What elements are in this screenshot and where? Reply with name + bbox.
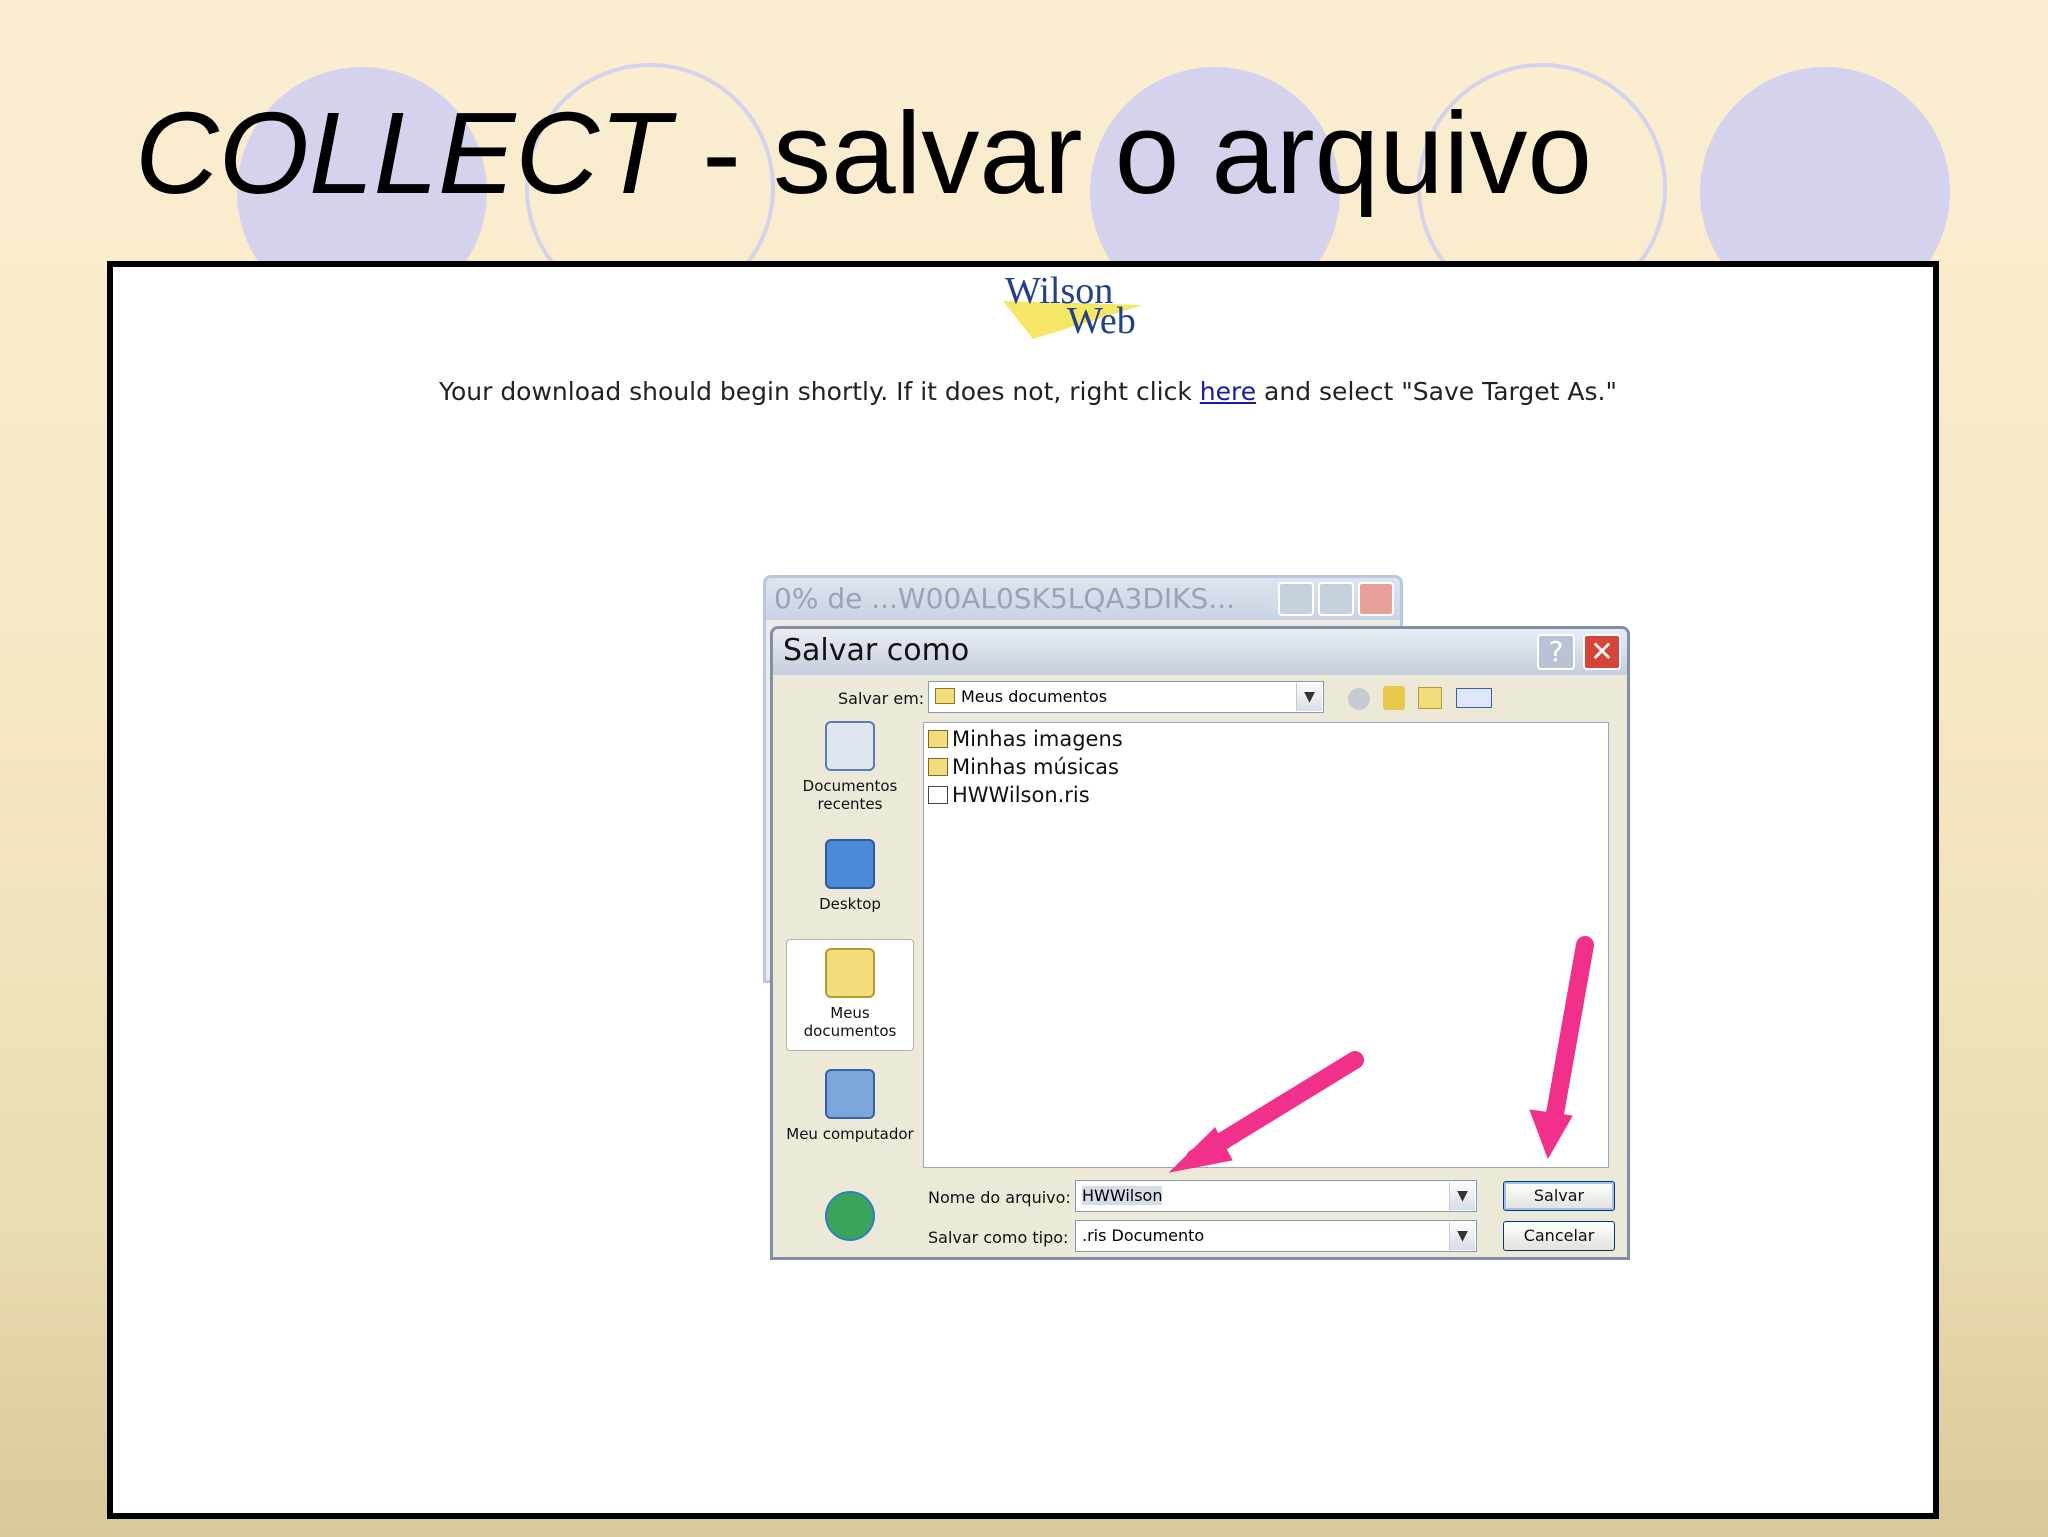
filename-label: Nome do arquivo: [928, 1188, 1071, 1207]
dialog-close-button[interactable]: ✕ [1583, 634, 1621, 670]
filename-value: HWWilson [1082, 1186, 1163, 1205]
cancel-button[interactable]: Cancelar [1503, 1221, 1615, 1251]
file-name: HWWilson.ris [952, 783, 1090, 807]
filetype-value: .ris Documento [1082, 1226, 1205, 1245]
save-button[interactable]: Salvar [1503, 1181, 1615, 1211]
desktop-icon [825, 839, 875, 889]
list-item[interactable]: Minhas músicas [928, 755, 1119, 779]
slide-title-emphasis: COLLECT [135, 88, 671, 218]
view-menu-icon[interactable] [1456, 688, 1492, 708]
file-list[interactable]: Minhas imagens Minhas músicas HWWilson.r… [923, 722, 1609, 1168]
save-in-label: Salvar em: [838, 689, 925, 708]
help-button[interactable]: ? [1537, 634, 1575, 670]
up-folder-icon[interactable] [1383, 686, 1405, 710]
filename-input[interactable]: HWWilson ▼ [1075, 1180, 1477, 1212]
network-places-icon [825, 1191, 875, 1241]
filetype-select[interactable]: .ris Documento ▼ [1075, 1220, 1477, 1252]
place-label-desktop: Desktop [819, 895, 881, 913]
folder-icon [928, 730, 948, 748]
filetype-label: Salvar como tipo: [928, 1228, 1069, 1247]
save-as-dialog: Salvar como ? ✕ Salvar em: Meus document… [770, 626, 1630, 1260]
close-button[interactable] [1358, 582, 1394, 616]
download-notice: Your download should begin shortly. If i… [439, 377, 1617, 406]
logo-line-2: Web [1067, 300, 1136, 342]
wilsonweb-logo: Wilson Web [993, 267, 1163, 347]
chevron-down-icon: ▼ [1296, 683, 1322, 711]
file-name: Minhas imagens [952, 727, 1123, 751]
folder-icon [928, 758, 948, 776]
screenshot-frame: Wilson Web Your download should begin sh… [107, 261, 1939, 1519]
slide-title-rest: - salvar o arquivo [670, 88, 1592, 218]
new-folder-icon[interactable] [1418, 687, 1442, 709]
notice-text-after: and select "Save Target As." [1256, 377, 1617, 406]
my-documents-icon [825, 948, 875, 998]
recent-documents-icon [825, 721, 875, 771]
places-bar: Documentos recentes Desktop Meus documen… [786, 721, 916, 1251]
place-my-computer[interactable]: Meu computador [786, 1069, 914, 1143]
chevron-down-icon[interactable]: ▼ [1449, 1222, 1475, 1250]
here-link[interactable]: here [1200, 377, 1256, 406]
place-label-recent: Documentos recentes [802, 777, 898, 813]
place-my-documents[interactable]: Meus documentos [786, 939, 914, 1051]
place-recent-documents[interactable]: Documentos recentes [786, 721, 914, 813]
save-in-select[interactable]: Meus documentos ▼ [928, 681, 1324, 713]
slide-title: COLLECT - salvar o arquivo [135, 95, 1592, 211]
dialog-title: Salvar como [773, 629, 1627, 675]
minimize-button[interactable] [1278, 582, 1314, 616]
document-icon [928, 786, 948, 804]
notice-text-before: Your download should begin shortly. If i… [439, 377, 1200, 406]
save-in-value: Meus documentos [961, 687, 1108, 706]
list-item[interactable]: Minhas imagens [928, 727, 1123, 751]
file-name: Minhas músicas [952, 755, 1119, 779]
place-desktop[interactable]: Desktop [786, 839, 914, 913]
place-label-my-documents: Meus documentos [803, 1004, 897, 1040]
place-label-my-computer: Meu computador [786, 1125, 914, 1143]
maximize-button[interactable] [1318, 582, 1354, 616]
chevron-down-icon[interactable]: ▼ [1449, 1182, 1475, 1210]
list-item[interactable]: HWWilson.ris [928, 783, 1090, 807]
place-network[interactable] [786, 1191, 914, 1247]
back-icon[interactable] [1348, 688, 1370, 710]
folder-icon [935, 688, 955, 704]
my-computer-icon [825, 1069, 875, 1119]
